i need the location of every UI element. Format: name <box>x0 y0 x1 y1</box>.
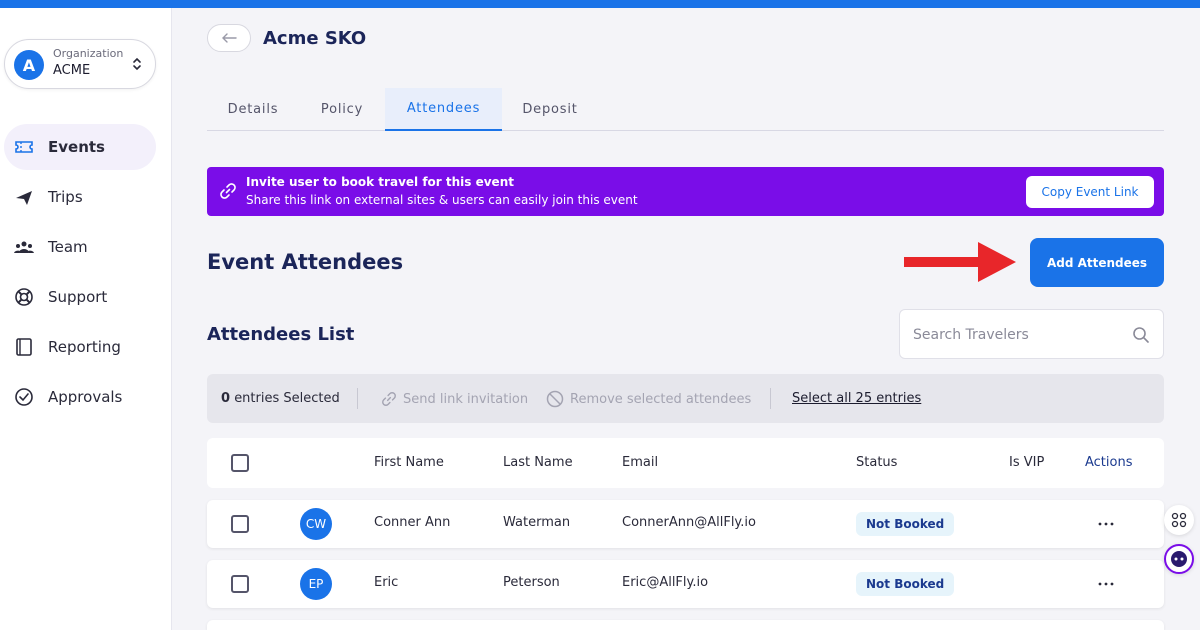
link-icon <box>220 183 236 199</box>
tab-policy[interactable]: Policy <box>299 88 385 131</box>
apps-grid-button[interactable] <box>1164 505 1194 535</box>
sidebar-item-approvals[interactable]: Approvals <box>4 374 156 420</box>
divider <box>357 388 358 409</box>
chat-assistant-button[interactable] <box>1164 544 1194 574</box>
remove-selected-attendees-button[interactable]: Remove selected attendees <box>546 389 751 409</box>
column-header-actions: Actions <box>1085 455 1133 470</box>
search-icon[interactable] <box>1132 326 1150 344</box>
banner-title: Invite user to book travel for this even… <box>246 175 514 189</box>
arrow-left-icon <box>222 33 237 43</box>
send-link-invitation-button[interactable]: Send link invitation <box>381 389 528 409</box>
cell-first-name: Conner Ann <box>374 515 451 530</box>
tab-details[interactable]: Details <box>207 88 299 131</box>
link-icon <box>382 392 396 406</box>
top-accent-bar <box>0 0 1200 8</box>
sidebar-item-team[interactable]: Team <box>4 224 156 270</box>
select-all-entries-link[interactable]: Select all 25 entries <box>792 391 921 406</box>
grid-icon <box>1171 512 1187 528</box>
cell-last-name: Peterson <box>503 575 560 590</box>
tab-bar: Details Policy Attendees Deposit <box>207 88 1164 131</box>
sidebar-item-label: Approvals <box>48 388 123 406</box>
sidebar-item-label: Events <box>48 138 105 156</box>
avatar: EP <box>300 568 332 600</box>
table-header: First Name Last Name Email Status Is VIP… <box>207 438 1164 488</box>
selection-count: 0 entries Selected <box>221 391 340 406</box>
back-button[interactable] <box>207 24 251 52</box>
column-header-email: Email <box>622 455 659 470</box>
organization-avatar: A <box>14 50 44 80</box>
check-circle-icon <box>15 388 33 406</box>
sidebar-item-support[interactable]: Support <box>4 274 156 320</box>
page-title: Acme SKO <box>263 28 367 49</box>
sidebar-item-label: Reporting <box>48 338 121 356</box>
organization-switcher[interactable]: A Organization ACME <box>4 39 156 89</box>
sidebar-item-reporting[interactable]: Reporting <box>4 324 156 370</box>
sidebar-item-label: Trips <box>48 188 83 206</box>
event-attendees-heading: Event Attendees <box>207 250 404 274</box>
red-arrow-annotation <box>904 242 1016 282</box>
search-input[interactable] <box>913 324 1113 346</box>
banner-subtitle: Share this link on external sites & user… <box>246 193 638 207</box>
sidebar-item-label: Team <box>48 238 88 256</box>
column-header-status: Status <box>856 455 898 470</box>
more-options-icon[interactable] <box>1095 514 1117 534</box>
sidebar-item-trips[interactable]: Trips <box>4 174 156 220</box>
tab-attendees[interactable]: Attendees <box>385 88 502 131</box>
sidebar: A Organization ACME Events Trips Team Su… <box>0 8 172 630</box>
lifebuoy-icon <box>15 288 33 306</box>
sidebar-item-label: Support <box>48 288 108 306</box>
copy-event-link-button[interactable]: Copy Event Link <box>1026 176 1154 208</box>
airplane-icon <box>16 191 32 205</box>
row-checkbox[interactable] <box>231 575 249 593</box>
team-icon <box>14 241 34 253</box>
search-box <box>899 309 1164 359</box>
chatbot-icon <box>1171 551 1187 567</box>
select-all-checkbox[interactable] <box>231 454 249 472</box>
prohibit-icon <box>546 390 564 408</box>
divider <box>770 388 771 409</box>
invite-banner: Invite user to book travel for this even… <box>207 167 1164 216</box>
cell-last-name: Waterman <box>503 515 571 530</box>
add-attendees-button[interactable]: Add Attendees <box>1030 238 1164 287</box>
table-row: CW Conner Ann Waterman ConnerAnn@AllFly.… <box>207 500 1164 548</box>
cell-email: ConnerAnn@AllFly.io <box>622 515 756 530</box>
more-options-icon[interactable] <box>1095 574 1117 594</box>
column-header-is-vip: Is VIP <box>1009 455 1045 470</box>
chevron-updown-icon <box>133 57 141 71</box>
cell-email: Eric@AllFly.io <box>622 575 709 590</box>
cell-first-name: Eric <box>374 575 399 590</box>
tab-deposit[interactable]: Deposit <box>502 88 598 131</box>
table-row <box>207 620 1164 630</box>
column-header-last-name: Last Name <box>503 455 573 470</box>
organization-caption: Organization <box>53 47 124 60</box>
avatar: CW <box>300 508 332 540</box>
status-badge: Not Booked <box>856 572 955 596</box>
status-badge: Not Booked <box>856 512 955 536</box>
report-icon <box>16 338 32 356</box>
sidebar-item-events[interactable]: Events <box>4 124 156 170</box>
table-row: EP Eric Peterson Eric@AllFly.io Not Book… <box>207 560 1164 608</box>
row-checkbox[interactable] <box>231 515 249 533</box>
organization-name: ACME <box>53 63 91 78</box>
column-header-first-name: First Name <box>374 455 444 470</box>
attendees-list-heading: Attendees List <box>207 324 355 345</box>
bulk-actions-bar: 0 entries Selected Send link invitation … <box>207 374 1164 423</box>
ticket-icon <box>15 141 33 153</box>
